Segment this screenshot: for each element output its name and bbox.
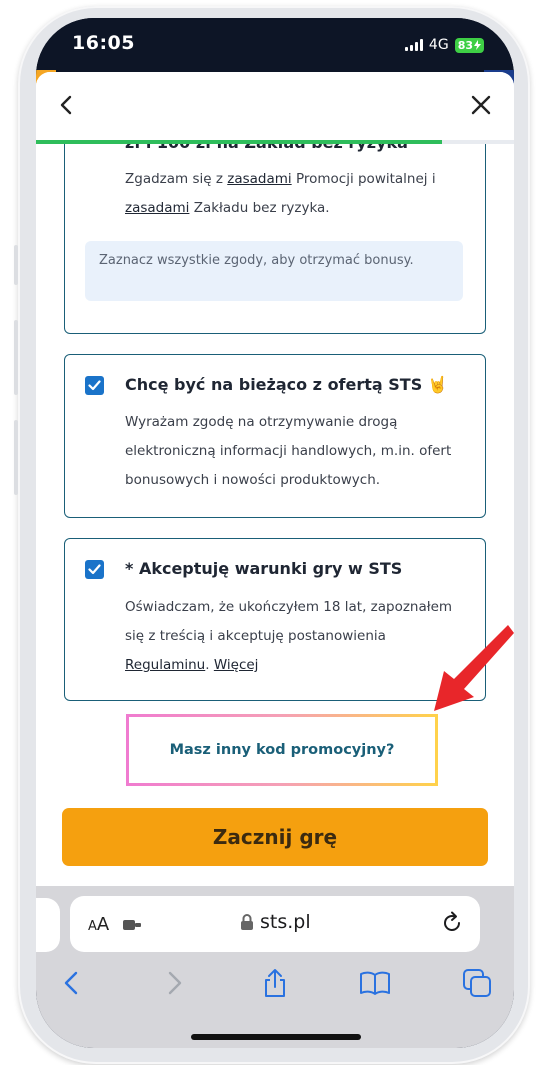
browser-bar: AA sts.pl <box>36 886 514 1048</box>
url-text: sts.pl <box>260 911 311 933</box>
aa-large: A <box>96 914 110 935</box>
phone-side-button <box>14 320 18 395</box>
status-time: 16:05 <box>72 32 135 54</box>
checkbox-checked-icon <box>88 564 101 575</box>
browser-forward-button[interactable] <box>158 966 192 1000</box>
previous-tab-stub[interactable] <box>36 898 60 952</box>
consent-promo-text-part: Zakładu bez ryzyka. <box>189 200 330 216</box>
terms-title: * Akceptuję warunki gry w STS <box>125 559 403 578</box>
terms-text-body: Oświadczam, że ukończyłem 18 lat, zapozn… <box>125 599 453 644</box>
promo-code-link[interactable]: Masz inny kod promocyjny? <box>129 717 435 783</box>
rules-link[interactable]: zasadami <box>227 171 291 187</box>
promo-code-box[interactable]: Masz inny kod promocyjny? <box>126 714 438 786</box>
marketing-title-text: Chcę być na bieżąco z ofertą STS <box>125 375 423 394</box>
battery-level: 83 <box>457 38 473 52</box>
tabs-button[interactable] <box>460 966 494 1000</box>
bookmarks-button[interactable] <box>358 966 392 1000</box>
browser-forward-icon <box>168 971 182 995</box>
progress-bar <box>36 140 514 144</box>
red-arrow-icon <box>434 625 514 711</box>
close-icon[interactable] <box>470 94 492 116</box>
sheet-header <box>36 72 514 144</box>
marketing-title: Chcę być na bieżąco z ofertą STS 🤘 <box>125 375 448 394</box>
phone-side-button <box>14 420 18 495</box>
consent-promo-text-part: Zgadzam się z <box>125 171 228 187</box>
progress-fill <box>36 140 443 144</box>
aa-small: A <box>88 919 97 934</box>
share-button[interactable] <box>258 966 292 1000</box>
consent-promo-text-part: Promocji powitalnej i <box>291 171 436 187</box>
marketing-text: Wyrażam zgodę na otrzymywanie drogą elek… <box>125 414 452 488</box>
bookmarks-icon <box>360 971 390 995</box>
marketing-checkbox[interactable] <box>85 376 104 395</box>
checkbox-checked-icon <box>88 380 101 391</box>
home-indicator <box>191 1034 361 1040</box>
consent-promo-text: Zgadzam się z zasadami Promocji powitaln… <box>125 165 470 223</box>
phone-screen: 16:05 4G 83 zł i 100 zł na Zakład bez ry… <box>36 18 514 1048</box>
back-icon[interactable] <box>56 94 78 116</box>
reload-icon[interactable] <box>440 911 464 935</box>
share-icon <box>265 969 285 997</box>
tabs-icon <box>463 969 491 997</box>
battery-icon: 83 <box>454 37 484 53</box>
text-size-button[interactable]: AA <box>88 914 109 935</box>
status-indicators: 4G 83 <box>404 37 484 53</box>
browser-back-icon <box>64 971 78 995</box>
extension-icon[interactable] <box>122 918 142 932</box>
consent-info-box: Zaznacz wszystkie zgody, aby otrzymać bo… <box>85 241 463 301</box>
terms-text: Oświadczam, że ukończyłem 18 lat, zapozn… <box>125 593 470 680</box>
rules-link[interactable]: zasadami <box>125 200 189 216</box>
start-game-button[interactable]: Zacznij grę <box>62 808 488 866</box>
regulamin-link[interactable]: Regulaminu <box>125 657 205 673</box>
terms-checkbox[interactable] <box>85 560 104 579</box>
phone-side-button <box>14 245 18 285</box>
consent-card-terms[interactable]: * Akceptuję warunki gry w STS Oświadczam… <box>64 538 486 701</box>
lock-icon <box>241 914 253 930</box>
consent-card-marketing[interactable]: Chcę być na bieżąco z ofertą STS 🤘 Wyraż… <box>64 354 486 518</box>
browser-back-button[interactable] <box>54 966 88 1000</box>
network-label: 4G <box>428 37 449 53</box>
rock-emoji-icon: 🤘 <box>427 375 448 394</box>
more-link[interactable]: Więcej <box>214 657 259 673</box>
terms-separator: . <box>205 657 210 673</box>
registration-sheet: zł i 100 zł na Zakład bez ryzyka Zgadzam… <box>36 72 514 886</box>
address-bar[interactable]: AA sts.pl <box>70 896 480 952</box>
consent-card-promo: zł i 100 zł na Zakład bez ryzyka Zgadzam… <box>64 127 486 334</box>
status-bar: 16:05 4G 83 <box>36 18 514 74</box>
signal-icon <box>404 39 423 51</box>
